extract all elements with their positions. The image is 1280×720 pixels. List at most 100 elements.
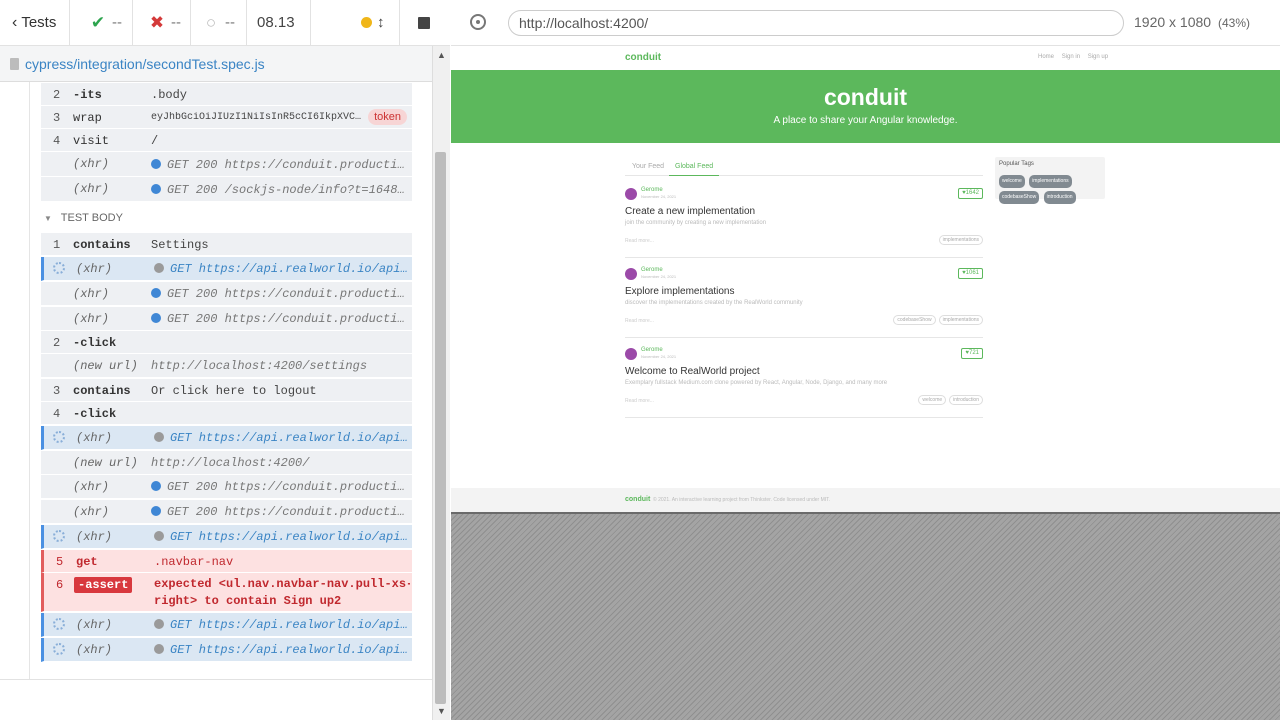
divider [0, 679, 432, 680]
popular-tag[interactable]: implementations [1029, 175, 1072, 188]
command-message: GET https://api.realworld.io/api/t... [170, 431, 410, 445]
favorite-button[interactable]: ♥1642 [958, 188, 983, 199]
command-number: 4 [53, 407, 61, 421]
command-row-xhr[interactable]: (xhr) GET 200 https://conduit.production… [41, 475, 412, 499]
article-date: November 24, 2021 [641, 354, 677, 359]
article-description: discover the implementations created by … [625, 300, 803, 306]
tab-global-feed[interactable]: Global Feed [669, 163, 720, 176]
aut-background [451, 512, 1280, 720]
command-row[interactable]: 3 contains Or click here to logout [41, 379, 412, 402]
passed-count[interactable]: ✔ -- [70, 0, 133, 45]
command-row-xhr[interactable]: (xhr) GET 200 https://conduit.production… [41, 152, 412, 177]
spec-file-bar[interactable]: cypress/integration/secondTest.spec.js [0, 46, 432, 82]
command-row-xhr[interactable]: (xhr) GET 200 https://conduit.production… [41, 307, 412, 331]
xhr-status-dot [154, 432, 164, 442]
command-row[interactable]: (new url) http://localhost:4200/ [41, 451, 412, 475]
scroll-down-icon[interactable]: ▼ [437, 706, 446, 716]
tag-pill: implementations [938, 235, 983, 245]
tests-button[interactable]: ‹ Tests [0, 0, 70, 45]
command-row-xhr[interactable]: (xhr) GET 200 https://conduit.production… [41, 282, 412, 306]
article-author[interactable]: Gerome [641, 187, 663, 193]
favorite-button[interactable]: ♥1061 [958, 268, 983, 279]
read-more-link[interactable]: Read more... [625, 318, 654, 324]
command-row[interactable]: 1 contains Settings [41, 233, 412, 256]
article-title[interactable]: Welcome to RealWorld project [625, 366, 760, 377]
command-row-xhr-pending[interactable]: (xhr) GET https://api.realworld.io/api/t… [41, 613, 412, 637]
command-row[interactable]: 2 -its .body [41, 83, 412, 106]
command-row[interactable]: 2 -click [41, 331, 412, 354]
nav-signup-link[interactable]: Sign up [1088, 54, 1108, 60]
status-dot-icon [361, 17, 372, 28]
duration: 08.13 [247, 0, 311, 45]
command-message: GET https://api.realworld.io/api/a... [170, 530, 410, 544]
command-name: (xhr) [76, 530, 113, 544]
article-title[interactable]: Create a new implementation [625, 206, 755, 217]
nav-home-link[interactable]: Home [1038, 54, 1054, 60]
article-title[interactable]: Explore implementations [625, 286, 735, 297]
xhr-status-dot [154, 263, 164, 273]
pending-count[interactable]: ○ -- [191, 0, 247, 45]
article-preview[interactable]: Gerome November 24, 2021 ♥721 Welcome to… [625, 344, 983, 418]
command-row[interactable]: 4 -click [41, 402, 412, 425]
autoscroll-toggle[interactable]: ↕ [311, 0, 400, 45]
nav-signin-link[interactable]: Sign in [1062, 54, 1080, 60]
xhr-status-dot [151, 506, 161, 516]
selector-playground-icon[interactable] [470, 14, 486, 30]
test-body-header[interactable]: ▼ TEST BODY [44, 212, 123, 224]
avatar[interactable] [625, 268, 637, 280]
scrollbar-thumb[interactable] [435, 152, 446, 704]
failed-count[interactable]: ✖ -- [133, 0, 191, 45]
app-brand[interactable]: conduit [625, 52, 661, 63]
xhr-status-dot [151, 184, 161, 194]
command-row[interactable]: 3 wrap eyJhbGciOiJIUzI1NiIsInR5cCI6IkpXV… [41, 106, 412, 129]
command-name: (xhr) [73, 505, 110, 519]
chevron-left-icon: ‹ [12, 13, 18, 31]
command-name: (xhr) [76, 643, 113, 657]
command-row[interactable]: 4 visit / [41, 129, 412, 152]
stop-button[interactable] [400, 0, 450, 45]
command-message: GET 200 https://conduit.production.. [167, 480, 407, 494]
command-row[interactable]: (new url) http://localhost:4200/settings [41, 354, 412, 378]
viewport-info[interactable]: 1920 x 1080 (43%) [1134, 14, 1250, 30]
command-name: (xhr) [73, 312, 110, 326]
article-author[interactable]: Gerome [641, 267, 663, 273]
command-row-xhr-pending[interactable]: (xhr) GET https://api.realworld.io/api/a… [41, 525, 412, 549]
scroll-up-icon[interactable]: ▲ [437, 50, 446, 60]
article-preview[interactable]: Gerome November 24, 2021 ♥1642 Create a … [625, 184, 983, 258]
command-row-xhr-pending[interactable]: (xhr) GET https://api.realworld.io/api/a… [41, 638, 412, 662]
popular-tag[interactable]: welcome [999, 175, 1025, 188]
command-message: GET 200 https://conduit.production.. [167, 158, 407, 172]
popular-tag[interactable]: introduction [1043, 191, 1076, 204]
check-icon: ✔ [90, 12, 106, 32]
article-author[interactable]: Gerome [641, 347, 663, 353]
command-number: 6 [56, 578, 64, 592]
spinner-icon [53, 643, 65, 655]
read-more-link[interactable]: Read more... [625, 238, 654, 244]
command-row-xhr-pending[interactable]: (xhr) GET https://api.realworld.io/api/t… [41, 426, 412, 450]
spec-file-path[interactable]: cypress/integration/secondTest.spec.js [25, 56, 265, 72]
tab-your-feed[interactable]: Your Feed [632, 163, 664, 170]
command-row-xhr[interactable]: (xhr) GET 200 /sockjs-node/info?t=164875… [41, 177, 412, 202]
command-number: 1 [53, 238, 61, 252]
avatar[interactable] [625, 188, 637, 200]
command-name: (new url) [73, 359, 138, 373]
command-message: Settings [151, 238, 209, 252]
xhr-status-dot [154, 644, 164, 654]
command-row-xhr[interactable]: (xhr) GET 200 https://conduit.production… [41, 500, 412, 524]
read-more-link[interactable]: Read more... [625, 398, 654, 404]
stop-icon [418, 16, 430, 29]
favorite-button[interactable]: ♥721 [961, 348, 983, 359]
footer-brand[interactable]: conduit [625, 496, 650, 503]
tag-pill: codebaseShow [893, 315, 936, 325]
article-preview[interactable]: Gerome November 24, 2021 ♥1061 Explore i… [625, 264, 983, 338]
command-message: .navbar-nav [154, 555, 234, 569]
command-row-error-assert[interactable]: 6 -assert expected <ul.nav.navbar-nav.pu… [41, 573, 412, 612]
command-message: GET https://api.realworld.io/api/u... [170, 262, 410, 276]
command-number: 3 [53, 384, 61, 398]
command-row-xhr-pending[interactable]: (xhr) GET https://api.realworld.io/api/u… [41, 257, 412, 281]
avatar[interactable] [625, 348, 637, 360]
url-field[interactable]: http://localhost:4200/ [508, 10, 1124, 36]
command-row-error[interactable]: 5 get .navbar-nav [41, 550, 412, 573]
command-name: (xhr) [76, 262, 113, 276]
popular-tag[interactable]: codebaseShow [999, 191, 1040, 204]
